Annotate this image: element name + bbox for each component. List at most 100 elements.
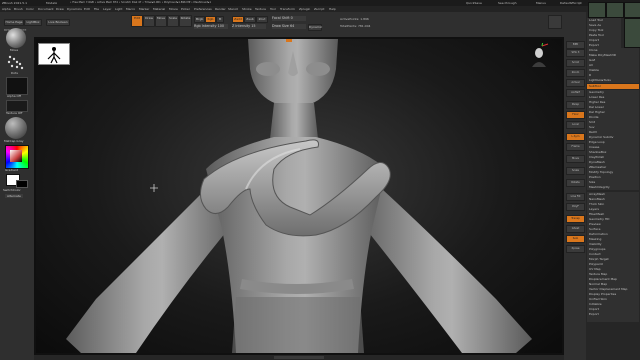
right-shelf: BPR SPix 3 Scroll Zoom Actual AAHalf Per… bbox=[564, 37, 586, 360]
rgb-intensity-slider[interactable]: Rgb Intensity 100 bbox=[194, 24, 228, 29]
floor-button[interactable]: Floor bbox=[566, 111, 585, 119]
quicksave-button[interactable]: QuickSave bbox=[466, 1, 482, 5]
zoom-button[interactable]: Zoom bbox=[566, 69, 585, 77]
actual-button[interactable]: Actual bbox=[566, 79, 585, 87]
texture-label: Texture Off bbox=[6, 111, 23, 115]
home-page-button[interactable]: Home Page bbox=[4, 19, 24, 26]
menu-texture[interactable]: Texture bbox=[255, 7, 266, 11]
memory-stats: • Free Mem 7.6GB • Active Mem 874 • Scra… bbox=[70, 1, 211, 4]
menu-layer[interactable]: Layer bbox=[103, 7, 111, 11]
menu-edit[interactable]: Edit bbox=[84, 7, 90, 11]
spix-slider[interactable]: SPix 3 bbox=[566, 49, 585, 57]
default-zscript-button[interactable]: DefaultZScript bbox=[560, 1, 582, 5]
switch-color-button[interactable]: SwitchColor bbox=[3, 188, 21, 192]
alpha-off-icon[interactable] bbox=[6, 77, 28, 95]
menu-material[interactable]: Material bbox=[153, 7, 165, 11]
material-label: MatCap Gray bbox=[4, 139, 24, 143]
secondary-color-swatch[interactable] bbox=[16, 180, 28, 188]
menu-alpha[interactable]: Alpha bbox=[2, 7, 11, 11]
rgb-button[interactable]: Rgb bbox=[205, 16, 216, 23]
canvas-center-marker bbox=[286, 39, 292, 42]
menu-marker[interactable]: Marker bbox=[139, 7, 149, 11]
draw-size-slider[interactable]: Draw Size 64 bbox=[272, 24, 306, 29]
zadd-button[interactable]: Zadd bbox=[232, 16, 244, 23]
frame-button[interactable]: Frame bbox=[566, 143, 585, 151]
bpr-button[interactable]: BPR bbox=[566, 41, 585, 49]
tray-row[interactable]: MeshIntegrity bbox=[587, 185, 639, 190]
menu-macro[interactable]: Macro bbox=[126, 7, 135, 11]
tray-row[interactable] bbox=[587, 317, 639, 322]
matcap-gray-icon[interactable] bbox=[5, 117, 27, 139]
solo-button[interactable]: Solo bbox=[566, 235, 585, 243]
menu-preferences[interactable]: Preferences bbox=[194, 7, 212, 11]
xpose-button[interactable]: Xpose bbox=[566, 245, 585, 253]
menu-picker[interactable]: Picker bbox=[181, 7, 190, 11]
scroll-button[interactable]: Scroll bbox=[566, 59, 585, 67]
rotate-button[interactable]: Rotate bbox=[179, 15, 192, 27]
alternate-button[interactable]: Alternate bbox=[5, 194, 23, 198]
lsym-button[interactable]: L.Sym bbox=[566, 133, 585, 141]
color-swatch[interactable] bbox=[10, 150, 22, 162]
gradient-label: Gradient bbox=[5, 168, 19, 172]
menu-draw[interactable]: Draw bbox=[56, 7, 64, 11]
subtool-header[interactable]: SubTool bbox=[587, 84, 639, 89]
menu-movie[interactable]: Movie bbox=[169, 7, 178, 11]
app-title: ZBrush 2021.5.1 bbox=[2, 1, 28, 5]
scale-view-button[interactable]: Scale bbox=[566, 167, 585, 175]
menu-color[interactable]: Color bbox=[26, 7, 34, 11]
menu-stencil[interactable]: Stencil bbox=[228, 7, 238, 11]
bottom-shelf bbox=[34, 355, 564, 360]
menu-document[interactable]: Document bbox=[38, 7, 54, 11]
webcam-thumbnail-4 bbox=[624, 18, 640, 48]
lightbox-button[interactable]: LightBox bbox=[24, 19, 42, 26]
rotate-view-button[interactable]: Rotate bbox=[566, 179, 585, 187]
alpha-label: Alpha Off bbox=[7, 94, 21, 98]
menu-light[interactable]: Light bbox=[115, 7, 123, 11]
line-fill-button[interactable]: Line Fill bbox=[566, 193, 585, 201]
menu-brush[interactable]: Brush bbox=[14, 7, 23, 11]
menus-toggle[interactable]: Menus bbox=[536, 1, 546, 5]
zcut-button[interactable]: Zcut bbox=[256, 16, 268, 23]
top-shelf: Home Page LightBox Live Boolean Edit Dra… bbox=[0, 12, 640, 38]
persp-button[interactable]: Persp bbox=[566, 101, 585, 109]
mrgb-button[interactable]: Mrgb bbox=[194, 16, 205, 23]
transp-button[interactable]: Transp bbox=[566, 215, 585, 223]
brush-label: Move bbox=[10, 48, 19, 52]
sculpt-model bbox=[66, 39, 532, 353]
document-name: ModelA bbox=[46, 1, 58, 5]
menu-stroke[interactable]: Stroke bbox=[242, 7, 252, 11]
menu-file[interactable]: File bbox=[94, 7, 99, 11]
navigator-thumbnail[interactable] bbox=[38, 43, 70, 65]
gizmo-icon[interactable] bbox=[528, 40, 550, 69]
z-intensity-slider[interactable]: Z Intensity 15 bbox=[232, 24, 266, 29]
tray-row[interactable]: Lightbox▸Tools bbox=[587, 78, 639, 83]
move-view-button[interactable]: Move bbox=[566, 155, 585, 163]
local-button[interactable]: Local bbox=[566, 121, 585, 129]
move-button[interactable]: Move bbox=[155, 15, 167, 27]
bottom-scroll-handle[interactable] bbox=[274, 356, 324, 359]
m-button[interactable]: M bbox=[216, 16, 224, 23]
move-brush-icon[interactable] bbox=[6, 28, 26, 48]
see-through-slider[interactable]: See-through bbox=[498, 1, 516, 5]
menu-help[interactable]: Help bbox=[329, 7, 336, 11]
3d-viewport[interactable] bbox=[36, 39, 562, 353]
menu-tool[interactable]: Tool bbox=[270, 7, 276, 11]
ghost-button[interactable]: Ghost bbox=[566, 225, 585, 233]
menu-zplugin[interactable]: Zplugin bbox=[299, 7, 310, 11]
edit-button[interactable]: Edit bbox=[131, 15, 143, 27]
aahalf-button[interactable]: AAHalf bbox=[566, 89, 585, 97]
menu-render[interactable]: Render bbox=[215, 7, 226, 11]
live-boolean-button[interactable]: Live Boolean bbox=[46, 19, 70, 26]
stroke-dots-icon[interactable] bbox=[6, 53, 26, 71]
draw-button[interactable]: Draw bbox=[143, 15, 155, 27]
menu-dynamics[interactable]: Dynamics bbox=[67, 7, 82, 11]
menu-transform[interactable]: Transform bbox=[280, 7, 295, 11]
cursor-crosshair-icon bbox=[150, 177, 158, 192]
sphere-icon[interactable] bbox=[548, 15, 562, 29]
menu-zscript[interactable]: Zscript bbox=[314, 7, 324, 11]
dynamic-button[interactable]: Dynamic bbox=[308, 24, 322, 31]
polyf-button[interactable]: PolyF bbox=[566, 203, 585, 211]
zsub-button[interactable]: Zsub bbox=[244, 16, 256, 23]
focal-shift-slider[interactable]: Focal Shift 0 bbox=[272, 16, 306, 21]
scale-button[interactable]: Scale bbox=[167, 15, 179, 27]
